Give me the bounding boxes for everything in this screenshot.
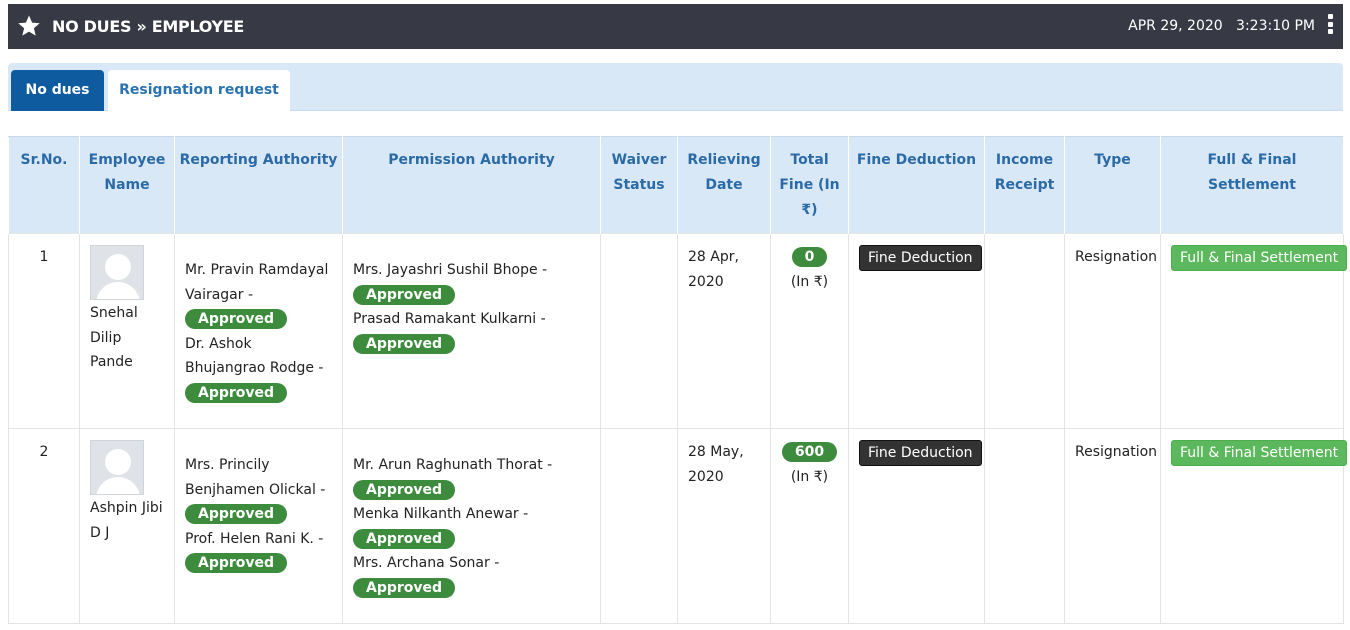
kebab-menu-icon[interactable] bbox=[1327, 14, 1335, 38]
col-header-type[interactable]: Type bbox=[1064, 136, 1161, 234]
relieving-date-cell: 28 May, 2020 bbox=[677, 428, 771, 624]
col-header-waiver-status[interactable]: Waiver Status bbox=[600, 136, 678, 234]
col-header-income-receipt[interactable]: Income Receipt bbox=[984, 136, 1065, 234]
authority-name: Menka Nilkanth Anewar - bbox=[353, 506, 529, 522]
employee-name: Snehal Dilip Pande bbox=[90, 305, 138, 370]
employee-cell: Ashpin Jibi D J bbox=[79, 428, 175, 624]
authority-name: Mr. Pravin Ramdayal Vairagar - bbox=[185, 262, 329, 303]
waiver-status-cell bbox=[600, 428, 678, 624]
col-header-permission-authority[interactable]: Permission Authority bbox=[342, 136, 601, 234]
col-header-reporting-authority[interactable]: Reporting Authority bbox=[174, 136, 343, 234]
approved-badge: Approved bbox=[353, 479, 456, 500]
fine-unit: (In ₹) bbox=[790, 468, 829, 485]
authority-name: Mrs. Archana Sonar - bbox=[353, 555, 500, 571]
approved-badge: Approved bbox=[185, 382, 288, 403]
reporting-authority-cell: Mr. Pravin Ramdayal Vairagar - Approved … bbox=[174, 233, 343, 429]
no-dues-table: Sr.No. Employee Name Reporting Authority… bbox=[8, 136, 1348, 624]
col-header-sr-no[interactable]: Sr.No. bbox=[8, 136, 80, 234]
user-placeholder-icon bbox=[90, 440, 144, 495]
total-fine-cell: 0 (In ₹) bbox=[770, 233, 849, 429]
col-header-relieving-date[interactable]: Relieving Date bbox=[677, 136, 771, 234]
type-cell: Resignation bbox=[1064, 233, 1161, 429]
current-time: 3:23:10 PM bbox=[1236, 18, 1315, 34]
fine-amount-badge: 600 bbox=[781, 442, 838, 462]
approved-badge: Approved bbox=[353, 333, 456, 354]
table-row: 2 Ashpin Jibi D J Mrs. Princily Benjhame… bbox=[8, 428, 1348, 624]
full-final-settlement-button[interactable]: Full & Final Settlement bbox=[1171, 440, 1348, 466]
tab-bar: No dues Resignation request bbox=[8, 63, 1343, 111]
tab-resignation-request[interactable]: Resignation request bbox=[108, 70, 290, 111]
approved-badge: Approved bbox=[185, 504, 288, 524]
fine-deduction-button[interactable]: Fine Deduction bbox=[859, 440, 982, 466]
total-fine-cell: 600 (In ₹) bbox=[770, 428, 849, 624]
authority-name: Mrs. Princily Benjhamen Olickal - bbox=[185, 457, 326, 498]
authority-name: Mrs. Jayashri Sushil Bhope - bbox=[353, 262, 548, 278]
income-receipt-cell bbox=[984, 233, 1065, 429]
current-date: APR 29, 2020 bbox=[1128, 18, 1223, 34]
table-row: 1 Snehal Dilip Pande Mr. Pravin Ramdayal… bbox=[8, 233, 1348, 429]
waiver-status-cell bbox=[600, 233, 678, 429]
approved-badge: Approved bbox=[353, 577, 456, 598]
approved-badge: Approved bbox=[185, 553, 288, 573]
current-datetime: APR 29, 2020 3:23:10 PM bbox=[1128, 18, 1315, 34]
fine-deduction-button[interactable]: Fine Deduction bbox=[859, 245, 982, 271]
user-placeholder-icon bbox=[90, 245, 144, 300]
approved-badge: Approved bbox=[185, 309, 288, 329]
permission-authority-cell: Mrs. Jayashri Sushil Bhope - Approved Pr… bbox=[342, 233, 601, 429]
table-header-row: Sr.No. Employee Name Reporting Authority… bbox=[8, 136, 1344, 234]
settlement-cell: Full & Final Settlement bbox=[1160, 428, 1348, 624]
sr-no-cell: 1 bbox=[8, 233, 80, 429]
fine-deduction-cell: Fine Deduction bbox=[848, 233, 985, 429]
col-header-full-final-settlement[interactable]: Full & Final Settlement bbox=[1160, 136, 1344, 234]
col-header-fine-deduction[interactable]: Fine Deduction bbox=[848, 136, 985, 234]
top-bar: NO DUES » EMPLOYEE APR 29, 2020 3:23:10 … bbox=[8, 4, 1343, 49]
tab-no-dues[interactable]: No dues bbox=[11, 70, 104, 111]
authority-name: Mr. Arun Raghunath Thorat - bbox=[353, 457, 553, 473]
authority-name: Prasad Ramakant Kulkarni - bbox=[353, 311, 546, 327]
employee-cell: Snehal Dilip Pande bbox=[79, 233, 175, 429]
settlement-cell: Full & Final Settlement bbox=[1160, 233, 1348, 429]
permission-authority-cell: Mr. Arun Raghunath Thorat - Approved Men… bbox=[342, 428, 601, 624]
sr-no-cell: 2 bbox=[8, 428, 80, 624]
fine-unit: (In ₹) bbox=[790, 273, 829, 290]
employee-name: Ashpin Jibi D J bbox=[90, 500, 163, 541]
star-icon[interactable] bbox=[17, 14, 41, 38]
approved-badge: Approved bbox=[353, 528, 456, 549]
approved-badge: Approved bbox=[353, 284, 456, 305]
relieving-date-cell: 28 Apr, 2020 bbox=[677, 233, 771, 429]
col-header-total-fine[interactable]: Total Fine (In ₹) bbox=[770, 136, 849, 234]
authority-name: Dr. Ashok Bhujangrao Rodge - bbox=[185, 335, 324, 377]
fine-amount-badge: 0 bbox=[791, 247, 828, 267]
type-cell: Resignation bbox=[1064, 428, 1161, 624]
income-receipt-cell bbox=[984, 428, 1065, 624]
authority-name: Prof. Helen Rani K. - bbox=[185, 530, 324, 547]
fine-deduction-cell: Fine Deduction bbox=[848, 428, 985, 624]
reporting-authority-cell: Mrs. Princily Benjhamen Olickal - Approv… bbox=[174, 428, 343, 624]
page-title: NO DUES » EMPLOYEE bbox=[52, 17, 245, 36]
col-header-employee-name[interactable]: Employee Name bbox=[79, 136, 175, 234]
full-final-settlement-button[interactable]: Full & Final Settlement bbox=[1171, 245, 1348, 271]
